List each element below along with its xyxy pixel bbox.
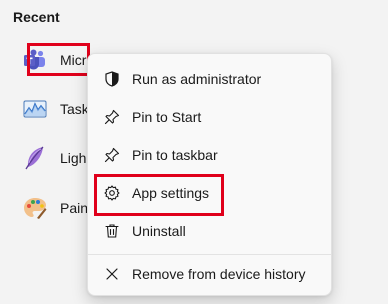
task-manager-icon [22, 96, 48, 122]
menu-item-run-as-administrator[interactable]: Run as administrator [92, 61, 327, 97]
recent-item-label: Micr [60, 52, 87, 68]
lightroom-feather-icon [22, 145, 48, 171]
pin-icon [104, 109, 120, 125]
teams-icon [22, 47, 48, 73]
paint-palette-icon [22, 195, 48, 221]
trash-icon [104, 223, 120, 239]
shield-icon [104, 71, 120, 87]
recent-item-label: Task [60, 101, 89, 117]
menu-item-app-settings[interactable]: App settings [92, 175, 327, 211]
menu-item-label: Run as administrator [132, 71, 262, 87]
start-menu-recent-panel: Recent Micr Task Ligh Pain Run as admini… [0, 0, 388, 304]
menu-item-label: Pin to Start [132, 109, 202, 125]
menu-item-uninstall[interactable]: Uninstall [92, 213, 327, 249]
menu-item-label: Uninstall [132, 223, 186, 239]
recent-section-title: Recent [13, 9, 60, 25]
menu-item-label: App settings [132, 185, 210, 201]
context-menu: Run as administrator Pin to Start Pin to… [87, 53, 332, 296]
menu-item-label: Pin to taskbar [132, 147, 218, 163]
menu-item-label: Remove from device history [132, 266, 306, 282]
recent-item-label: Pain [60, 200, 89, 216]
pin-icon [104, 147, 120, 163]
recent-item-label: Ligh [60, 150, 87, 166]
menu-separator [88, 254, 331, 255]
menu-item-remove-from-device-history[interactable]: Remove from device history [92, 256, 327, 292]
close-icon [104, 266, 120, 282]
menu-item-pin-to-start[interactable]: Pin to Start [92, 99, 327, 135]
gear-icon [104, 185, 120, 201]
menu-item-pin-to-taskbar[interactable]: Pin to taskbar [92, 137, 327, 173]
